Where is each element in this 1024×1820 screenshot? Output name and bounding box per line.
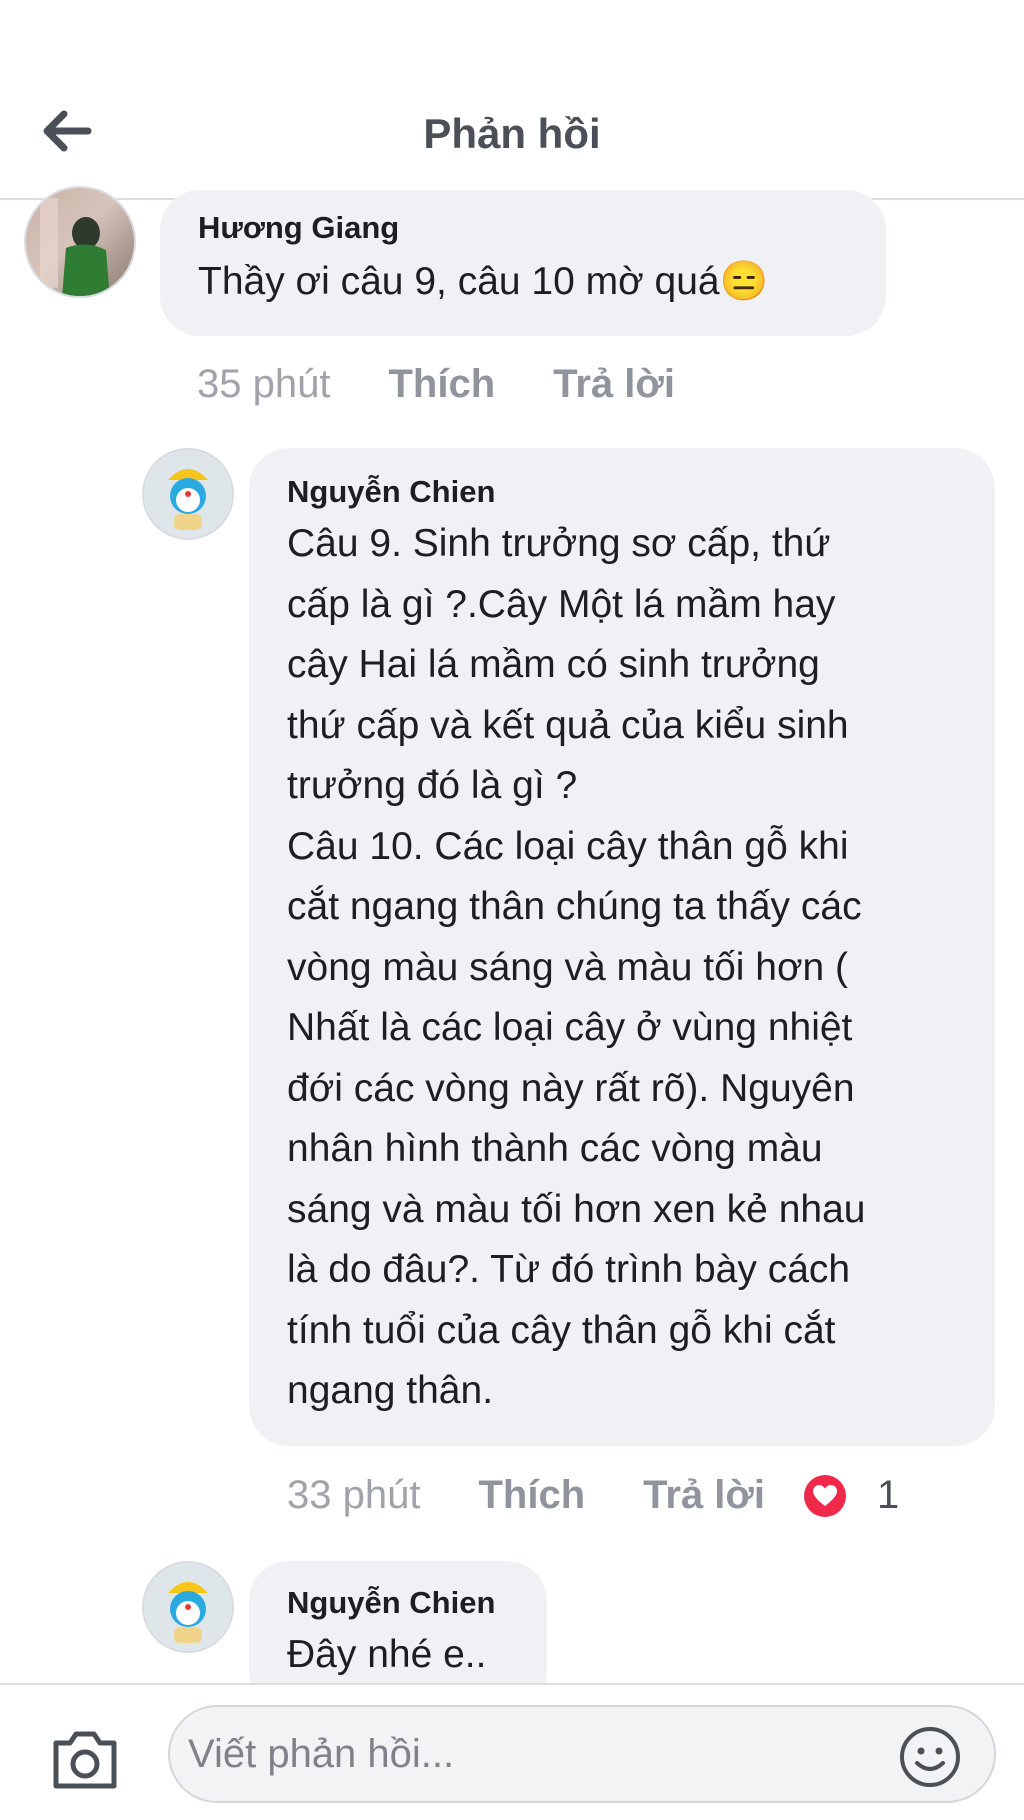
like-button[interactable]: Thích: [478, 1473, 585, 1518]
page-title: Phản hồi: [423, 110, 601, 157]
avatar[interactable]: [142, 1561, 234, 1653]
top-bar: Phản hồi: [0, 0, 1024, 200]
comment-text: Đây nhé e..: [287, 1633, 487, 1676]
comment-bubble[interactable]: Nguyễn Chien Câu 9. Sinh trưởng sơ cấp, …: [249, 448, 995, 1446]
smiley-icon[interactable]: [898, 1725, 962, 1789]
comment-author[interactable]: Nguyễn Chien: [287, 474, 957, 510]
comment-bubble[interactable]: Hương Giang Thầy ơi câu 9, câu 10 mờ quá…: [160, 190, 886, 336]
like-button[interactable]: Thích: [388, 362, 495, 407]
camera-icon[interactable]: [50, 1729, 120, 1791]
comment-author[interactable]: Hương Giang: [198, 210, 848, 246]
comment-author[interactable]: Nguyễn Chien: [287, 1585, 509, 1621]
avatar-photo: [40, 198, 110, 296]
avatar[interactable]: [142, 448, 234, 540]
expressionless-emoji: 😑: [719, 260, 769, 303]
reply-button[interactable]: Trả lời: [643, 1473, 765, 1518]
comment-text: Câu 9. Sinh trưởng sơ cấp, thứ cấp là gì…: [287, 522, 866, 1412]
reply-button[interactable]: Trả lời: [553, 362, 675, 407]
comment-time[interactable]: 33 phút: [287, 1473, 420, 1518]
comment-meta: 35 phút Thích Trả lời: [197, 362, 675, 407]
avatar-photo: [144, 1563, 232, 1651]
reply-composer: [0, 1683, 1024, 1820]
comment-text: Thầy ơi câu 9, câu 10 mờ quá😑: [198, 260, 769, 303]
reaction-summary[interactable]: 1: [803, 1473, 899, 1518]
reply-input[interactable]: [168, 1705, 996, 1803]
avatar[interactable]: [24, 186, 136, 298]
heart-icon: [803, 1474, 846, 1517]
comment-meta: 33 phút Thích Trả lời 1: [287, 1473, 899, 1518]
avatar-photo: [144, 450, 232, 538]
comment-time[interactable]: 35 phút: [197, 362, 330, 407]
reaction-count: 1: [876, 1473, 900, 1517]
